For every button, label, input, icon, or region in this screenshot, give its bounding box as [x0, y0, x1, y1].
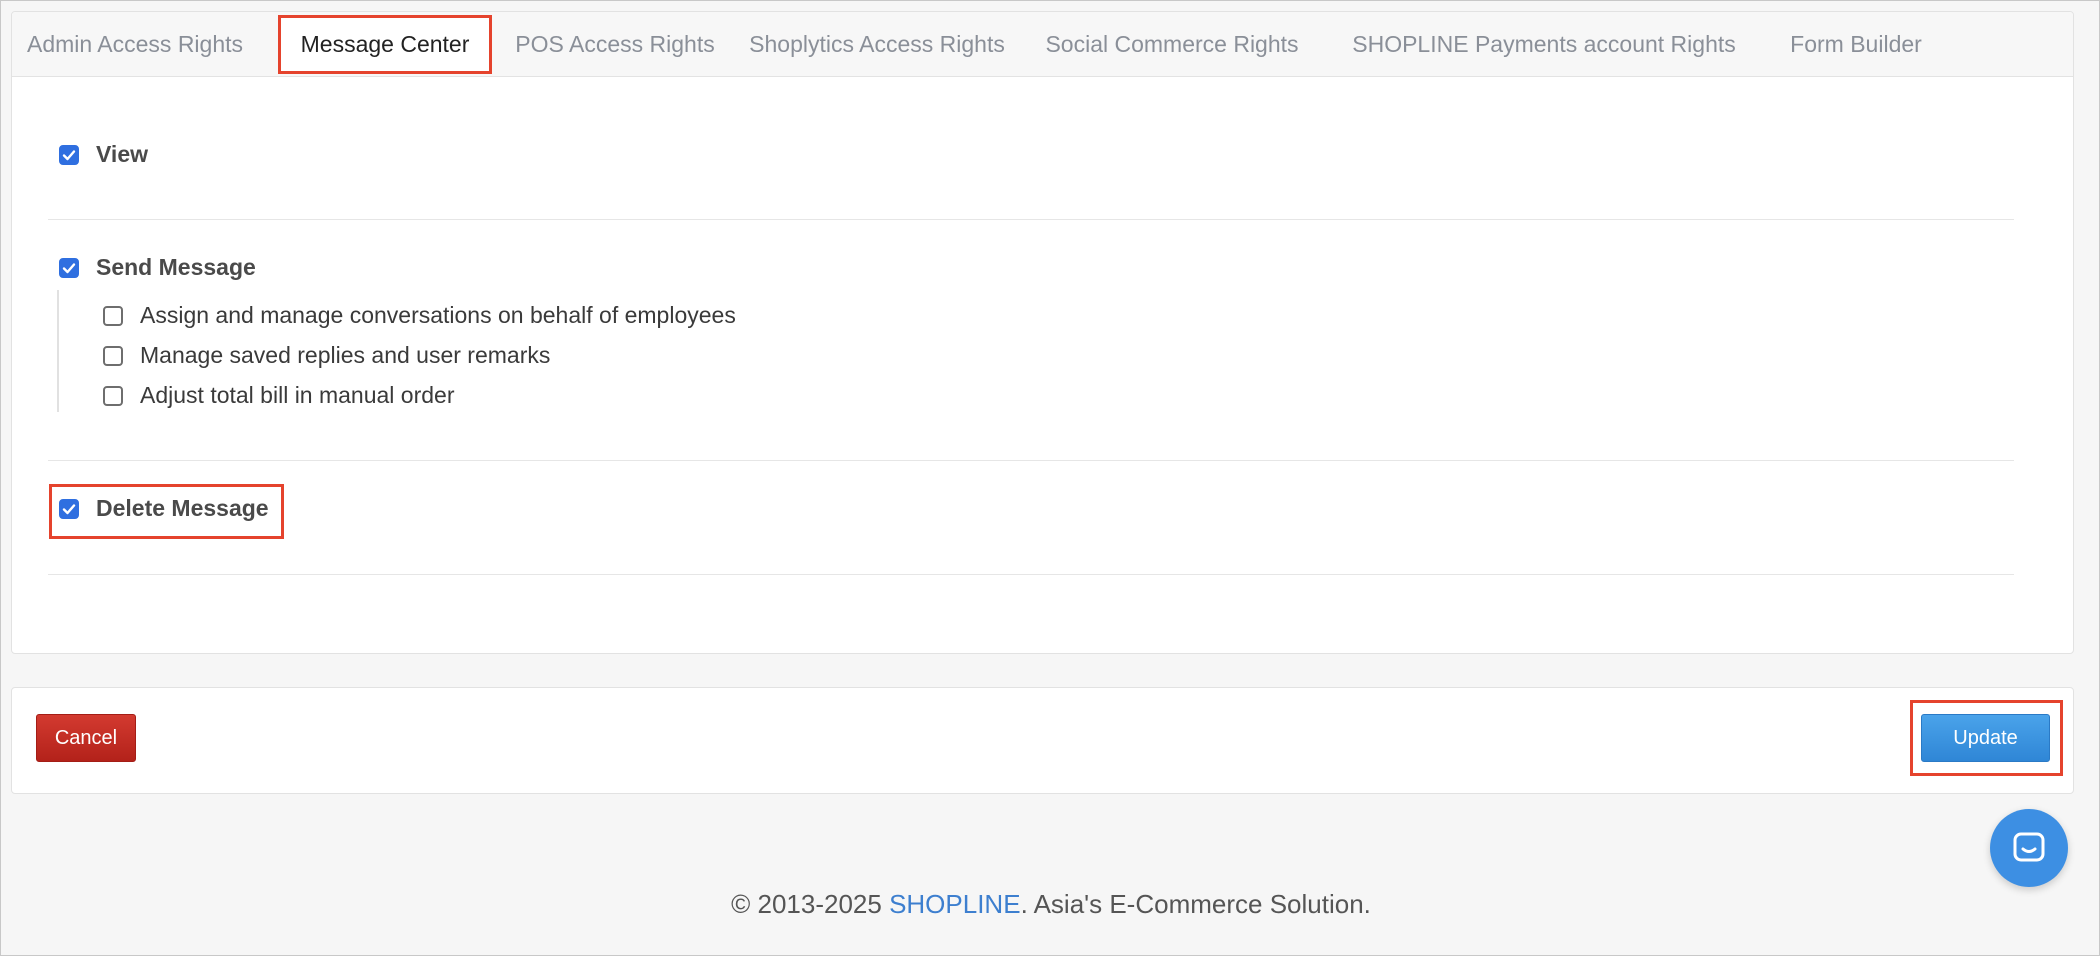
permission-view-label: View	[96, 141, 148, 167]
tab-shopline-payments-account-rights[interactable]: SHOPLINE Payments account Rights	[1344, 16, 1744, 72]
permission-send-message-label: Send Message	[96, 254, 256, 280]
send-message-checkbox[interactable]	[59, 257, 79, 278]
tab-form-builder[interactable]: Form Builder	[1768, 16, 1944, 72]
sub-permission-saved-replies[interactable]: Manage saved replies and user remarks	[103, 342, 550, 369]
check-icon	[62, 262, 76, 273]
permission-delete-message[interactable]: Delete Message	[59, 495, 269, 522]
sub-permission-adjust-bill[interactable]: Adjust total bill in manual order	[103, 382, 455, 409]
tab-social-commerce-rights[interactable]: Social Commerce Rights	[1045, 16, 1298, 72]
divider	[48, 574, 2014, 575]
saved-replies-checkbox[interactable]	[103, 345, 123, 366]
tab-bar: Admin Access Rights Message Center POS A…	[12, 12, 2073, 77]
cancel-button[interactable]: Cancel	[36, 714, 136, 762]
sub-permission-rail	[57, 290, 59, 412]
permission-send-message[interactable]: Send Message	[59, 254, 256, 281]
check-icon	[62, 503, 76, 514]
check-icon	[62, 149, 76, 160]
permission-view[interactable]: View	[59, 141, 148, 168]
sub-permission-label: Adjust total bill in manual order	[140, 382, 455, 408]
tab-pos-access-rights[interactable]: POS Access Rights	[515, 16, 714, 72]
divider	[48, 460, 2014, 461]
adjust-bill-checkbox[interactable]	[103, 385, 123, 406]
divider	[48, 219, 2014, 220]
update-button[interactable]: Update	[1921, 714, 2050, 762]
permission-delete-message-label: Delete Message	[96, 495, 269, 521]
shopline-link[interactable]: SHOPLINE	[889, 889, 1021, 919]
sub-permission-label: Assign and manage conversations on behal…	[140, 302, 736, 328]
tab-shoplytics-access-rights[interactable]: Shoplytics Access Rights	[749, 16, 1005, 72]
sub-permission-label: Manage saved replies and user remarks	[140, 342, 551, 368]
permissions-panel: Admin Access Rights Message Center POS A…	[11, 11, 2074, 654]
tab-message-center[interactable]: Message Center	[278, 15, 492, 74]
chat-icon	[2013, 832, 2045, 862]
action-bar	[11, 687, 2074, 794]
tab-admin-access-rights[interactable]: Admin Access Rights	[27, 16, 243, 72]
copyright-footer: © 2013-2025 SHOPLINE. Asia's E-Commerce …	[1, 889, 2100, 920]
delete-message-checkbox[interactable]	[59, 498, 79, 519]
assign-conversations-checkbox[interactable]	[103, 305, 123, 326]
copyright-prefix: © 2013-2025	[731, 889, 890, 919]
copyright-suffix: . Asia's E-Commerce Solution.	[1020, 889, 1371, 919]
view-checkbox[interactable]	[59, 144, 79, 165]
sub-permission-assign-conversations[interactable]: Assign and manage conversations on behal…	[103, 302, 736, 329]
chat-bubble-icon[interactable]	[1990, 809, 2068, 887]
